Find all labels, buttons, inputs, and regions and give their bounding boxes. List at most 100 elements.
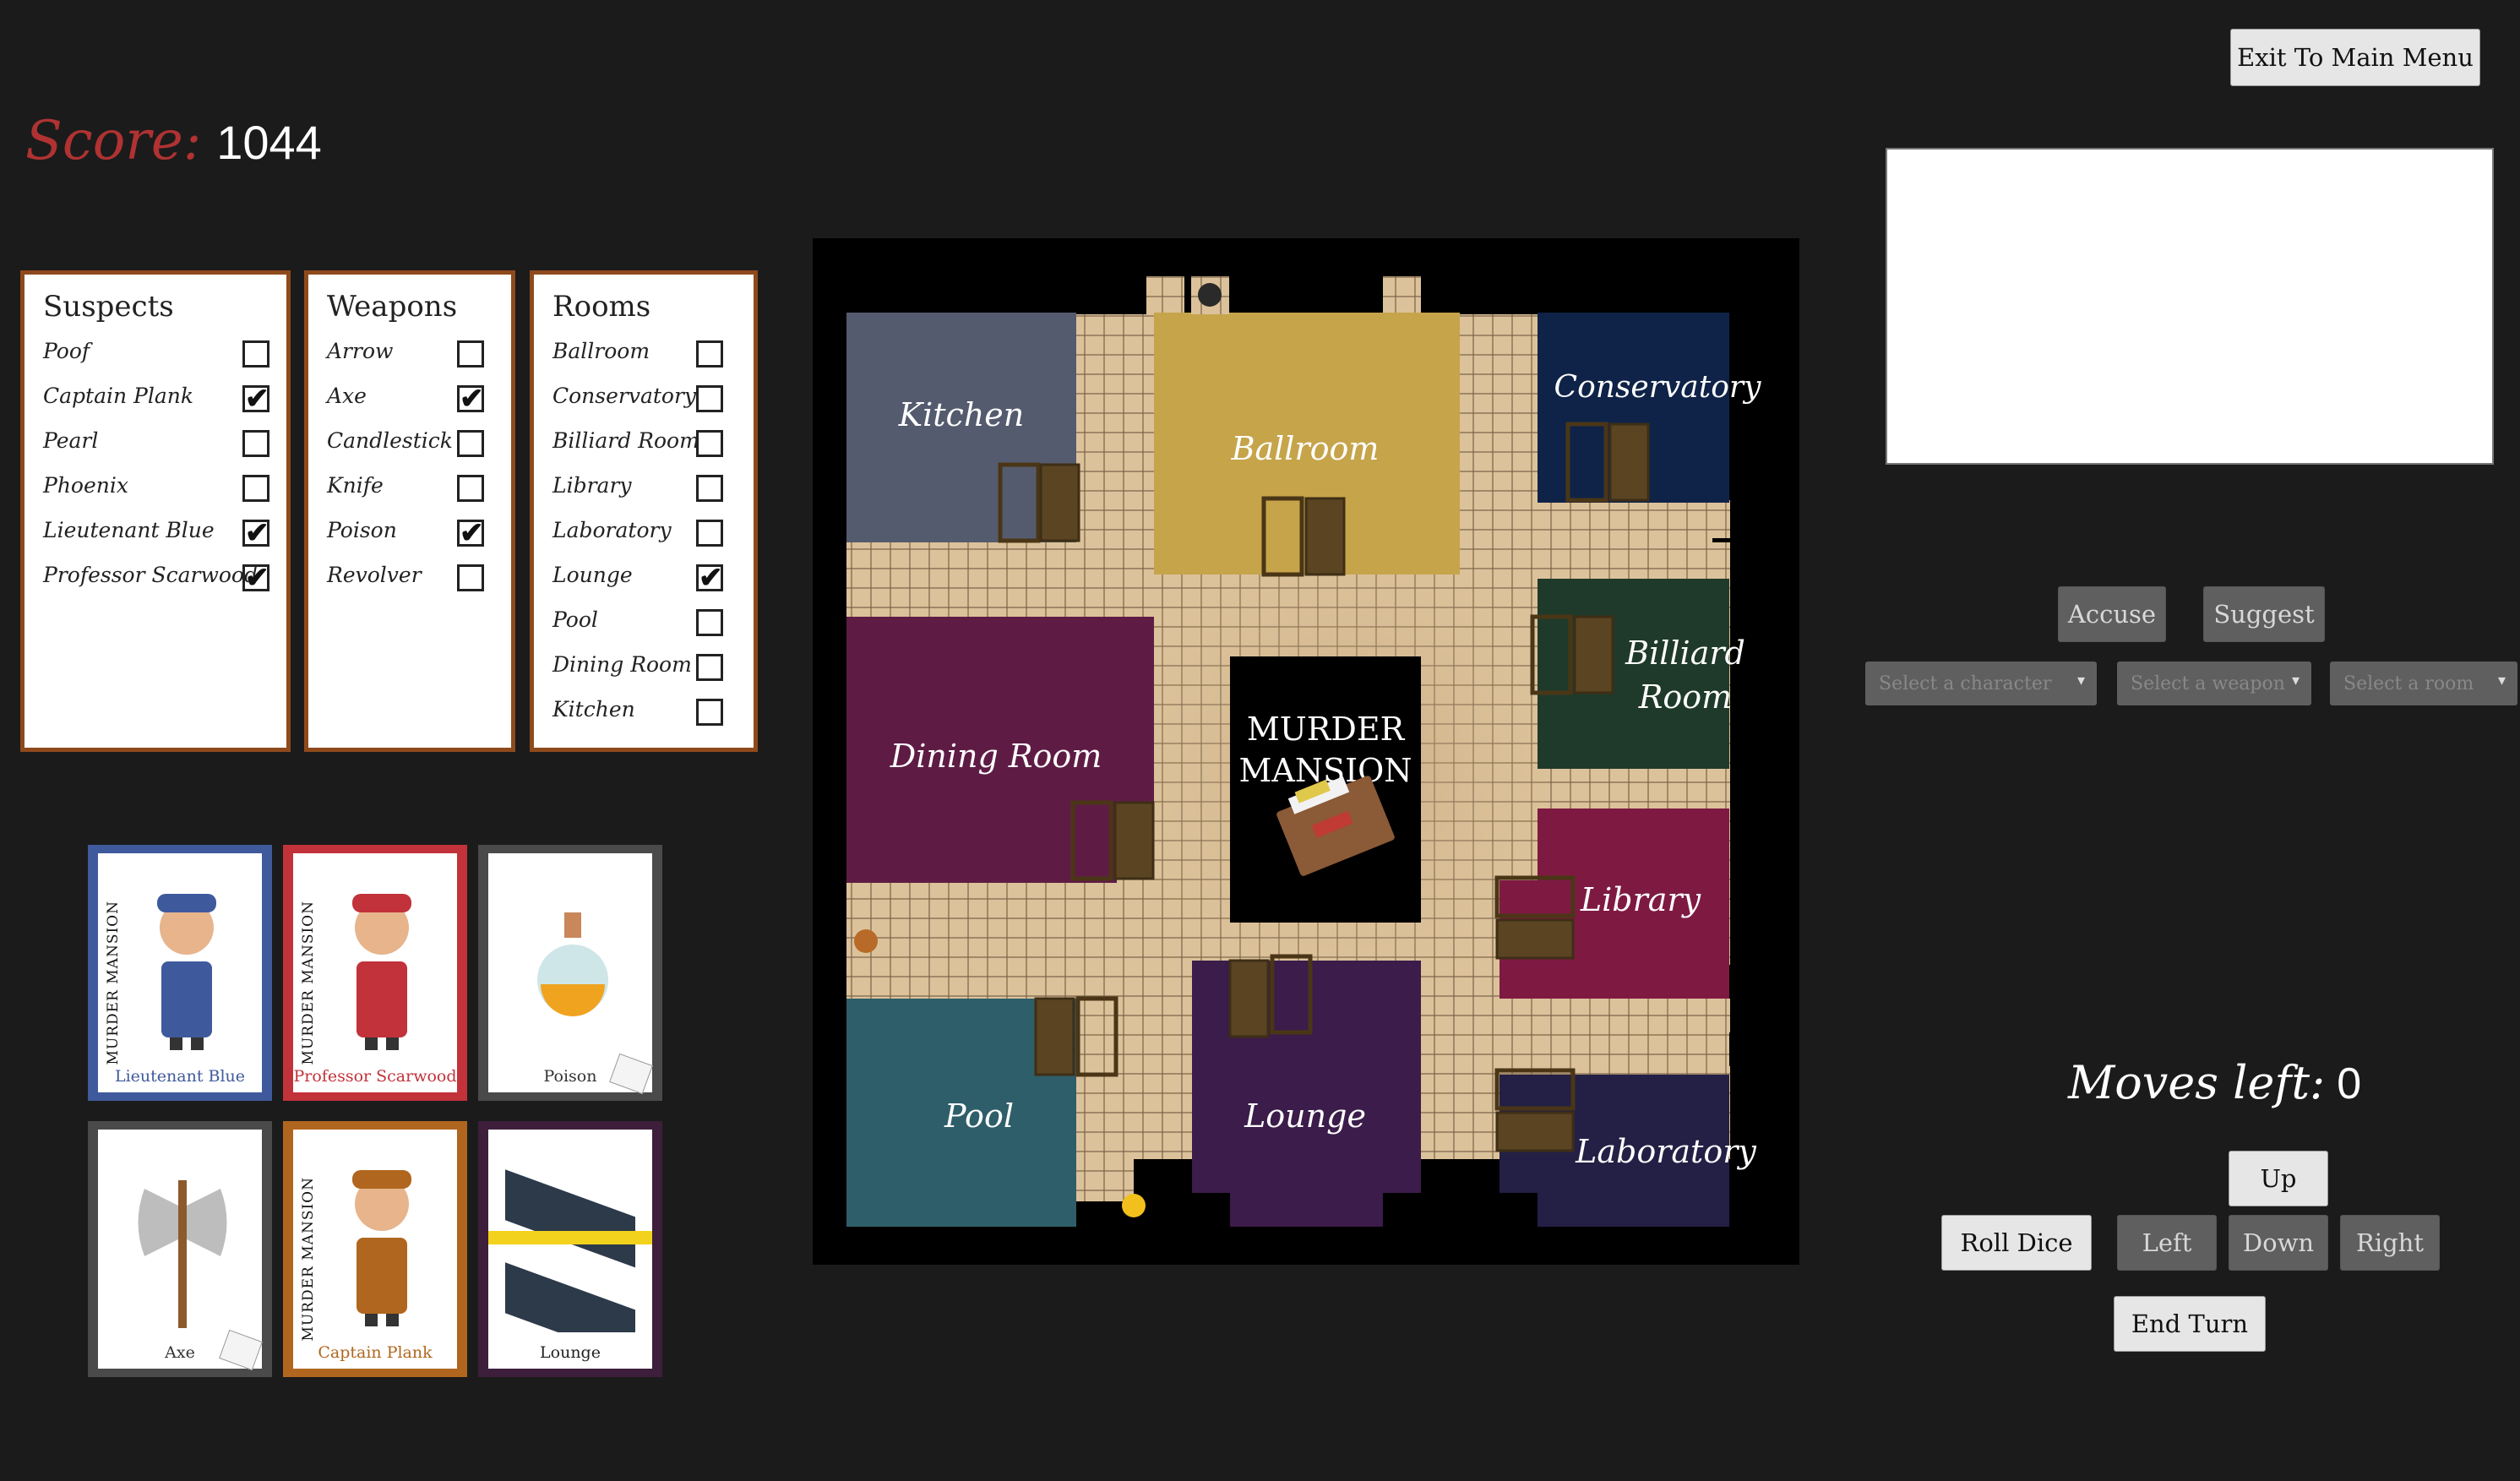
suspects-checklist-row: Captain Plank ✔ (24, 375, 286, 420)
hand-card[interactable]: Lieutenant Blue MURDER MANSION (88, 845, 272, 1101)
card-side-text: MURDER MANSION (105, 901, 122, 1065)
rooms-item-label: Library (552, 473, 632, 498)
roll-dice-button[interactable]: Roll Dice (1941, 1215, 2092, 1271)
suspects-checkbox[interactable]: ✔ (242, 384, 269, 413)
select-room-text: Select a room (2343, 672, 2474, 694)
suggest-button[interactable]: Suggest (2203, 586, 2325, 642)
player-token-yellow[interactable] (1122, 1194, 1146, 1217)
room-label: Library (1580, 881, 1701, 918)
room-scene-icon (488, 1169, 652, 1332)
card-face: Lounge (488, 1130, 652, 1369)
move-down-button[interactable]: Down (2229, 1215, 2328, 1271)
weapons-checkbox[interactable]: ✔ (457, 384, 484, 413)
rooms-checkbox[interactable]: ✔ (696, 564, 723, 592)
weapons-item-label: Revolver (327, 563, 422, 587)
card-face: Axe (98, 1130, 263, 1371)
rooms-item-label: Dining Room (552, 652, 692, 677)
rooms-checkbox[interactable] (696, 340, 723, 368)
select-character-dropdown[interactable]: Select a character ▾ (1865, 662, 2097, 705)
hand-card[interactable]: Lounge (478, 1121, 662, 1377)
move-up-button[interactable]: Up (2229, 1151, 2328, 1206)
suspects-checkbox[interactable]: ✔ (242, 519, 269, 547)
room-label: Laboratory (1575, 1133, 1756, 1170)
rooms-checkbox[interactable] (696, 385, 723, 412)
game-log-textbox[interactable] (1886, 148, 2494, 465)
notepad-icon (609, 1053, 653, 1095)
weapons-checkbox[interactable] (457, 475, 484, 502)
rooms-item-label: Pool (552, 607, 598, 632)
player-token-black[interactable] (1198, 283, 1222, 307)
hand-card[interactable]: Professor Scarwood MURDER MANSION (283, 845, 467, 1101)
move-left-button[interactable]: Left (2117, 1215, 2217, 1271)
weapons-item-label: Candlestick (327, 428, 453, 453)
character-portrait-icon (352, 894, 411, 1050)
rooms-checklist-row: Dining Room (534, 644, 754, 689)
moves-left-value: 0 (2337, 1059, 2362, 1108)
rooms-checklist-row: Pool (534, 599, 754, 644)
suspects-checkbox[interactable]: ✔ (242, 564, 269, 592)
select-room-dropdown[interactable]: Select a room ▾ (2330, 662, 2517, 705)
center-title-line1: MURDER (1247, 711, 1406, 748)
weapons-checkbox[interactable] (457, 430, 484, 457)
rooms-checkbox[interactable] (696, 520, 723, 547)
suspects-checkbox[interactable] (242, 340, 269, 368)
score-value: 1044 (216, 116, 322, 169)
room-label: Conservatory (1554, 370, 1762, 405)
weapons-checkbox[interactable]: ✔ (457, 519, 484, 547)
rooms-item-label: Ballroom (552, 339, 650, 363)
poison-bottle-icon (537, 912, 608, 1016)
character-portrait-icon (157, 894, 216, 1050)
rooms-item-label: Lounge (552, 563, 633, 587)
room-label-line2: Room (1638, 678, 1732, 716)
suspects-checkbox[interactable] (242, 475, 269, 502)
select-weapon-dropdown[interactable]: Select a weapon ▾ (2117, 662, 2311, 705)
rooms-checklist-row: Kitchen (534, 689, 754, 733)
suspects-item-label: Lieutenant Blue (43, 518, 215, 542)
card-face: Lieutenant Blue MURDER MANSION (98, 853, 262, 1092)
rooms-checkbox[interactable] (696, 654, 723, 681)
rooms-checklist-row: Library (534, 465, 754, 509)
exit-to-main-menu-button[interactable]: Exit To Main Menu (2230, 29, 2480, 86)
weapons-checklist-row: Axe ✔ (308, 375, 511, 420)
card-face: Professor Scarwood MURDER MANSION (293, 853, 457, 1092)
suspects-checklist-row: Phoenix (24, 465, 286, 509)
end-turn-button[interactable]: End Turn (2114, 1296, 2266, 1352)
suspects-item-label: Pearl (43, 428, 99, 453)
axe-icon (138, 1180, 227, 1328)
rooms-checklist-row: Conservatory (534, 375, 754, 420)
rooms-checkbox[interactable] (696, 609, 723, 636)
hand-card[interactable]: Axe (88, 1121, 272, 1377)
weapons-title: Weapons (327, 290, 458, 324)
weapons-checkbox[interactable] (457, 564, 484, 591)
accuse-button[interactable]: Accuse (2058, 586, 2166, 642)
hand-card[interactable]: Captain Plank MURDER MANSION (283, 1121, 467, 1377)
suspects-checklist-row: Poof (24, 330, 286, 375)
rooms-checkbox[interactable] (696, 699, 723, 726)
player-token-orange[interactable] (854, 929, 878, 953)
weapons-item-label: Arrow (327, 339, 394, 363)
rooms-item-label: Laboratory (552, 518, 672, 542)
score-label: Score: (25, 110, 202, 172)
hand-card[interactable]: Poison (478, 845, 662, 1101)
select-character-text: Select a character (1879, 672, 2052, 694)
suspects-checkbox[interactable] (242, 430, 269, 457)
rooms-title: Rooms (552, 290, 651, 324)
room-label: Lounge (1244, 1097, 1366, 1135)
room-lounge[interactable] (1192, 961, 1421, 1227)
weapons-checkbox[interactable] (457, 340, 484, 368)
weapons-item-label: Axe (327, 384, 367, 408)
weapons-checklist-row: Poison ✔ (308, 509, 511, 554)
weapons-checklist-row: Candlestick (308, 420, 511, 465)
rooms-checkbox[interactable] (696, 430, 723, 457)
card-caption: Lounge (540, 1343, 601, 1362)
character-portrait-icon (352, 1170, 411, 1326)
weapons-checklist-row: Knife (308, 465, 511, 509)
move-right-button[interactable]: Right (2340, 1215, 2440, 1271)
room-billiard-room[interactable] (1538, 579, 1729, 769)
game-board[interactable]: MURDER MANSION KitchenBallroomConservato… (813, 238, 1799, 1265)
room-label: Kitchen (898, 396, 1025, 433)
rooms-checkbox[interactable] (696, 475, 723, 502)
rooms-checklist-row: Ballroom (534, 330, 754, 375)
suspects-checklist: Suspects Poof Captain Plank ✔ Pearl Phoenix L… (20, 270, 291, 752)
chevron-down-icon: ▾ (2497, 672, 2506, 689)
